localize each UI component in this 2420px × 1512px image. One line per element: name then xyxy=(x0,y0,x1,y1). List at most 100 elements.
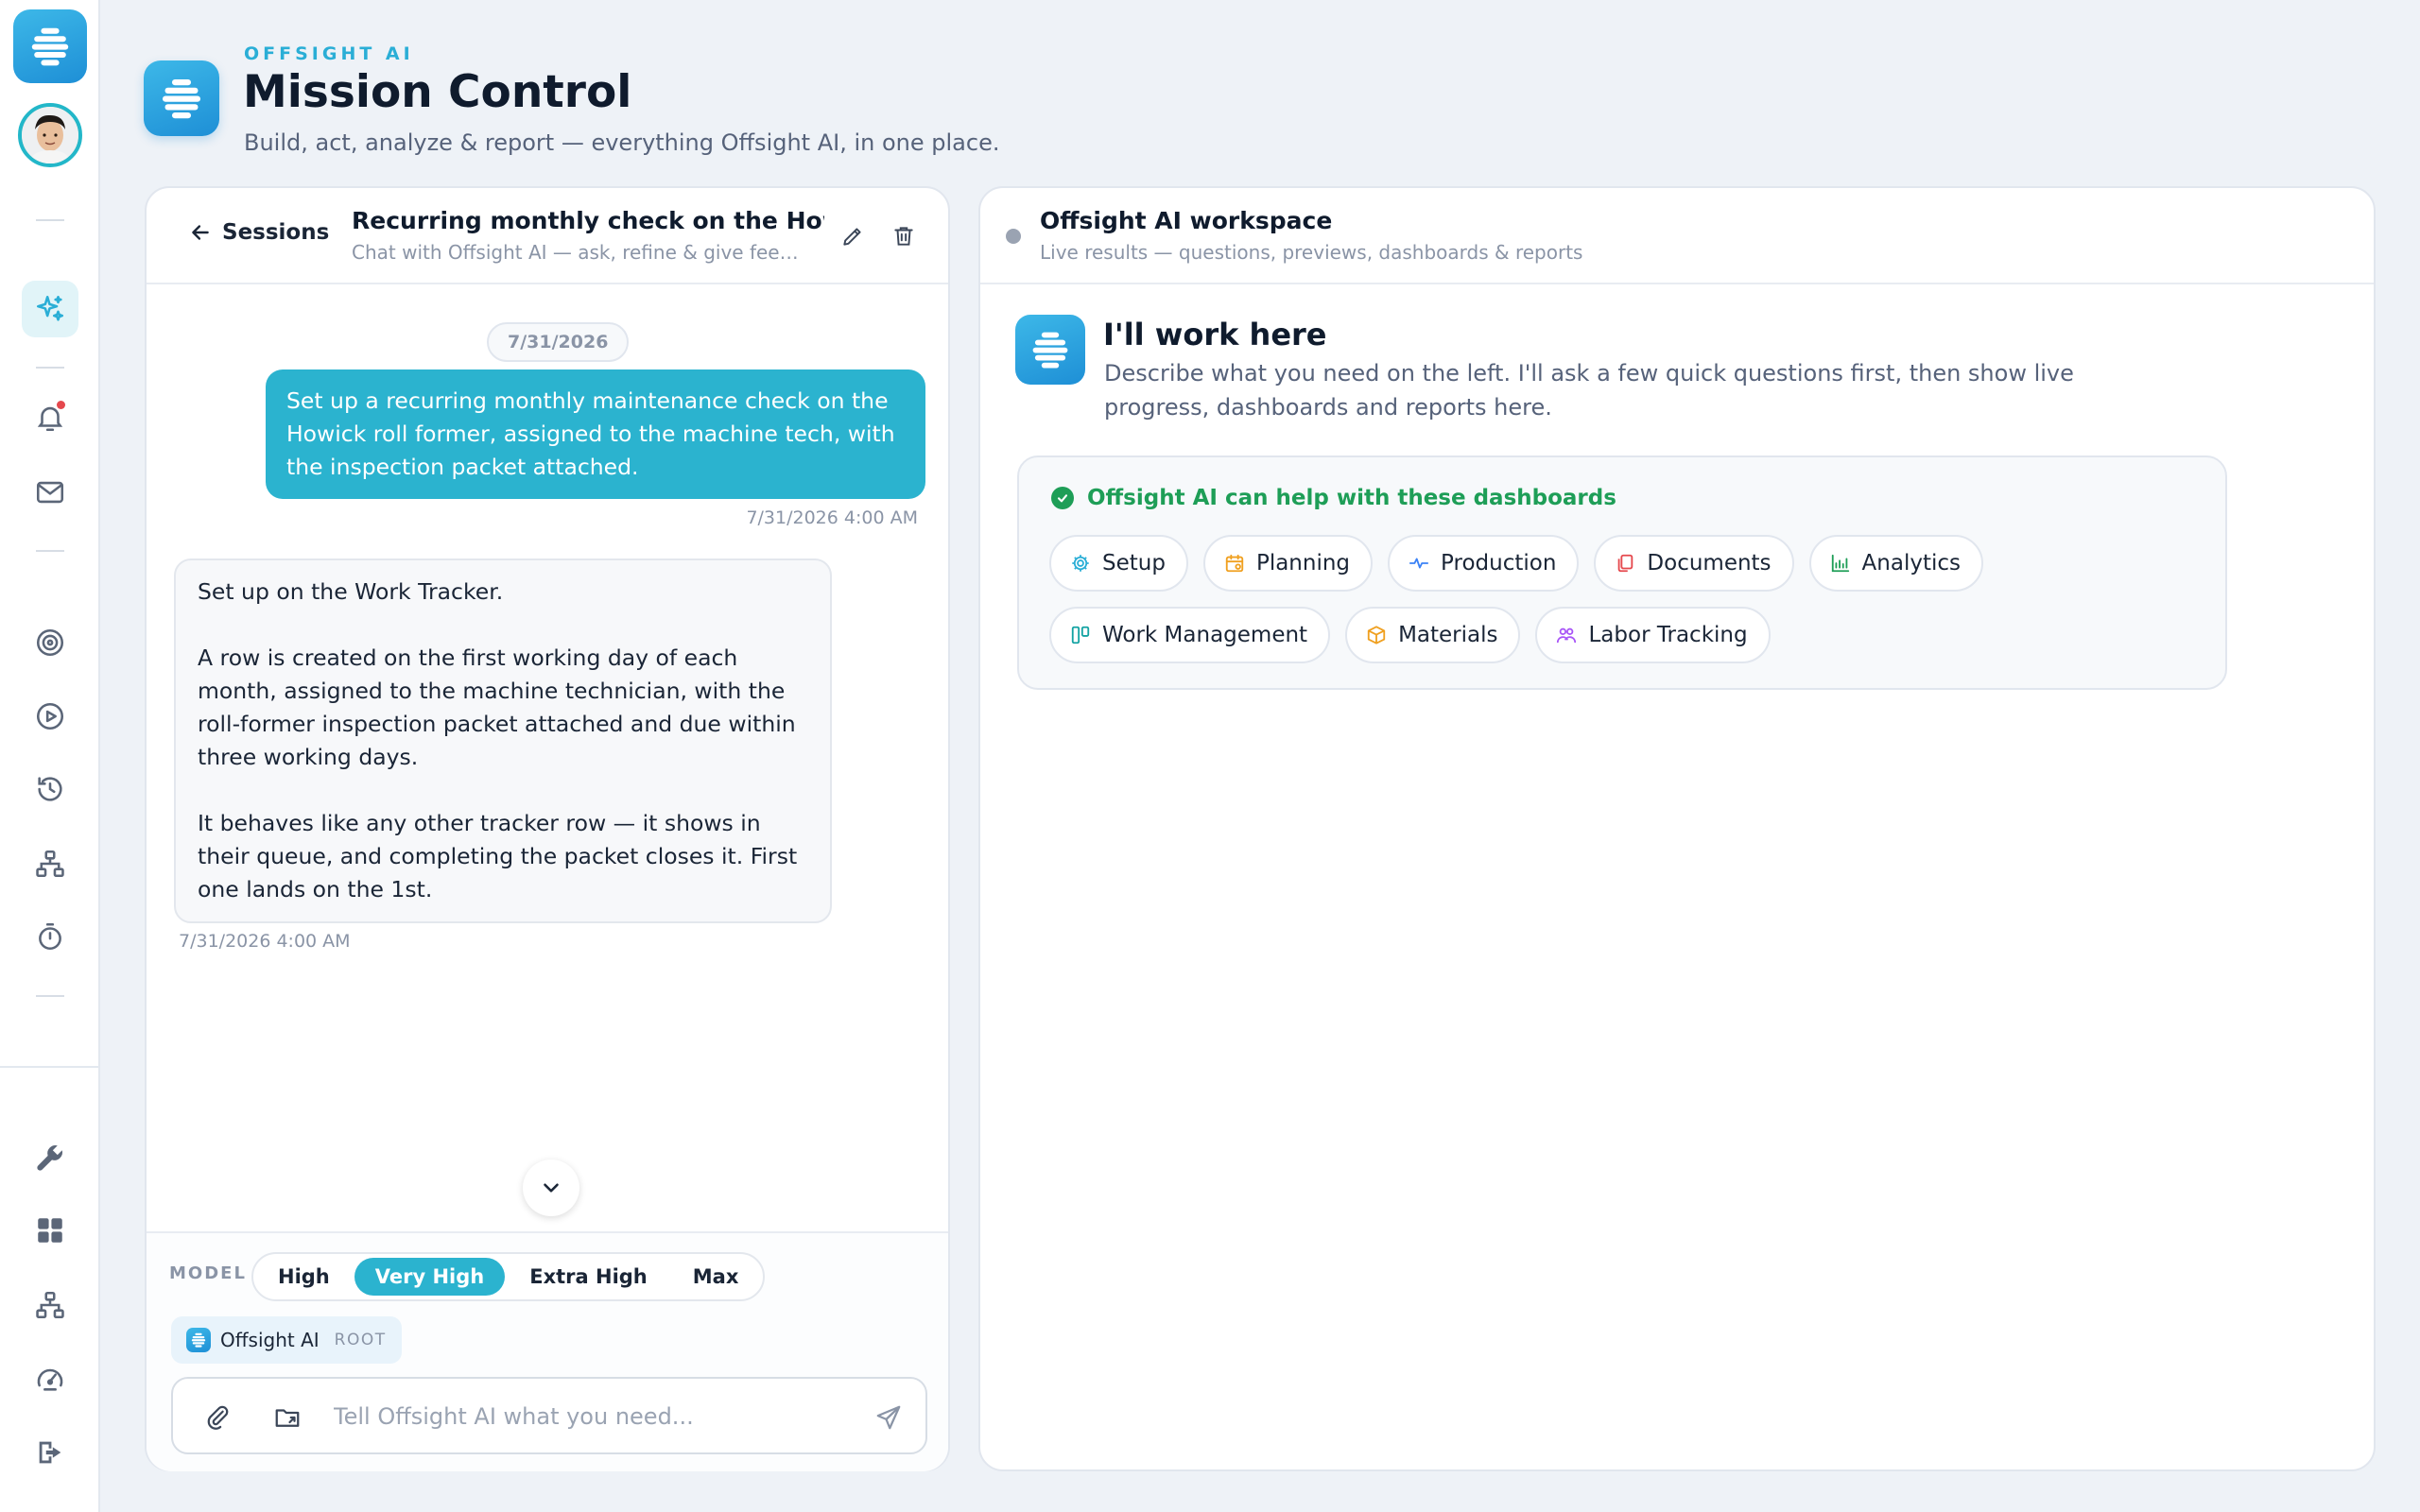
workspace-panel: Offsight AI workspace Live results — que… xyxy=(978,186,2376,1471)
network-icon xyxy=(36,850,64,878)
pulse-icon xyxy=(1409,558,1429,569)
dashboard-chip-label: Analytics xyxy=(1861,551,1961,576)
dashboard-chip-label: Planning xyxy=(1255,551,1351,576)
sidebar-divider xyxy=(36,550,64,552)
assistant-paragraph: It behaves like any other tracker row — … xyxy=(198,810,798,902)
user-message: Set up a recurring monthly maintenance c… xyxy=(266,369,925,499)
composer-area: MODEL High Very High Extra High Max Offs… xyxy=(147,1231,948,1471)
scroll-to-bottom-button[interactable] xyxy=(523,1160,579,1216)
agent-name: Offsight AI xyxy=(220,1329,320,1351)
dashboard-chip-materials[interactable]: Materials xyxy=(1345,607,1521,663)
trash-icon xyxy=(894,227,913,246)
logo-icon xyxy=(31,27,69,66)
dashboard-chip-planning[interactable]: Planning xyxy=(1202,535,1374,592)
agent-chip[interactable]: Offsight AI ROOT xyxy=(171,1316,402,1364)
logo-icon xyxy=(1032,332,1068,369)
target-icon xyxy=(36,628,64,657)
dashboard-chip-production[interactable]: Production xyxy=(1388,535,1580,592)
model-label: MODEL xyxy=(169,1263,247,1283)
dashboards-card: Offsight AI can help with these dashboar… xyxy=(1017,455,2227,690)
sidebar-item-timer[interactable] xyxy=(22,908,78,965)
documents-icon xyxy=(1618,554,1634,573)
attach-file-button[interactable] xyxy=(201,1401,233,1434)
assistant-paragraph: Set up on the Work Tracker. xyxy=(198,578,504,605)
chart-icon xyxy=(1831,554,1849,573)
send-icon xyxy=(876,1405,901,1430)
send-button[interactable] xyxy=(873,1401,905,1434)
sidebar-item-ai[interactable] xyxy=(22,281,78,337)
box-icon xyxy=(1367,626,1386,644)
back-label: Sessions xyxy=(222,220,330,245)
header-logo xyxy=(144,60,219,136)
check-circle-icon xyxy=(1051,487,1074,509)
model-option-very-high[interactable]: Very High xyxy=(354,1258,506,1296)
dashboard-chip-setup[interactable]: Setup xyxy=(1049,535,1188,592)
attach-folder-button[interactable] xyxy=(271,1401,303,1434)
logout-icon xyxy=(39,1441,61,1464)
status-dot xyxy=(1006,229,1021,244)
sidebar-item-hierarchy[interactable] xyxy=(22,1277,78,1333)
dashboard-chip-label: Materials xyxy=(1398,623,1498,647)
app-logo[interactable] xyxy=(13,9,87,83)
sidebar-item-logout[interactable] xyxy=(22,1424,78,1481)
dashboards-heading: Offsight AI can help with these dashboar… xyxy=(1051,486,1616,510)
sidebar-item-network[interactable] xyxy=(22,835,78,892)
assistant-message: Set up on the Work Tracker. A row is cre… xyxy=(174,558,832,923)
calendar-icon xyxy=(1225,554,1244,573)
sidebar-item-dashboards[interactable] xyxy=(22,1202,78,1259)
dashboard-chip-analytics[interactable]: Analytics xyxy=(1808,535,1983,592)
user-avatar[interactable] xyxy=(18,103,82,167)
sidebar-item-run[interactable] xyxy=(22,688,78,745)
brand-eyebrow: OFFSIGHT AI xyxy=(244,43,414,64)
dashboard-chip-documents[interactable]: Documents xyxy=(1594,535,1794,592)
timer-icon xyxy=(39,922,61,951)
agent-logo-icon xyxy=(186,1328,211,1352)
dashboard-chips: Setup Planning Production Documents Anal… xyxy=(1049,535,2203,663)
assistant-message-time: 7/31/2026 4:00 AM xyxy=(179,931,351,952)
agent-scope: ROOT xyxy=(334,1331,387,1349)
sidebar xyxy=(0,0,100,1512)
page-title: Mission Control xyxy=(243,66,632,118)
sidebar-divider xyxy=(36,995,64,997)
sidebar-item-mail[interactable] xyxy=(22,464,78,521)
message-input[interactable] xyxy=(334,1396,844,1437)
rename-session-button[interactable] xyxy=(838,222,867,250)
model-selector: High Very High Extra High Max xyxy=(251,1252,766,1301)
gear-icon xyxy=(1072,555,1089,572)
pencil-icon xyxy=(843,228,861,246)
dashboard-chip-work-management[interactable]: Work Management xyxy=(1049,607,1331,663)
avatar-icon xyxy=(22,107,78,163)
chat-header: Sessions Recurring monthly check on the … xyxy=(147,188,948,284)
model-option-high[interactable]: High xyxy=(257,1258,351,1296)
sidebar-item-history[interactable] xyxy=(22,761,78,817)
grid-icon xyxy=(38,1218,62,1243)
sidebar-item-goals[interactable] xyxy=(22,614,78,671)
paperclip-icon xyxy=(207,1405,229,1430)
notification-dot xyxy=(57,401,65,409)
sidebar-item-tools[interactable] xyxy=(22,1129,78,1186)
sidebar-item-notifications[interactable] xyxy=(22,389,78,446)
hierarchy-icon xyxy=(36,1291,64,1319)
folder-share-icon xyxy=(275,1409,300,1427)
kanban-icon xyxy=(1071,626,1090,644)
chat-panel: Sessions Recurring monthly check on the … xyxy=(145,186,950,1471)
delete-session-button[interactable] xyxy=(890,222,918,250)
people-icon xyxy=(1557,627,1577,644)
assistant-paragraph: A row is created on the first working da… xyxy=(198,644,796,770)
back-to-sessions-button[interactable]: Sessions xyxy=(188,220,329,245)
session-title: Recurring monthly check on the Howick xyxy=(352,207,824,234)
dashboard-chip-label: Production xyxy=(1441,551,1557,576)
sidebar-divider xyxy=(36,367,64,369)
dashboard-chip-label: Setup xyxy=(1102,551,1166,576)
sidebar-item-performance[interactable] xyxy=(22,1350,78,1407)
model-option-max[interactable]: Max xyxy=(672,1258,760,1296)
sidebar-separator xyxy=(0,1066,98,1068)
dashboard-chip-label: Work Management xyxy=(1102,623,1308,647)
logo-icon xyxy=(163,79,200,119)
workspace-subtitle: Live results — questions, previews, dash… xyxy=(1040,241,1583,264)
dashboard-chip-label: Labor Tracking xyxy=(1588,623,1748,647)
history-icon xyxy=(38,777,62,801)
sidebar-divider xyxy=(36,219,64,221)
dashboard-chip-labor-tracking[interactable]: Labor Tracking xyxy=(1535,607,1771,663)
model-option-extra-high[interactable]: Extra High xyxy=(509,1258,668,1296)
